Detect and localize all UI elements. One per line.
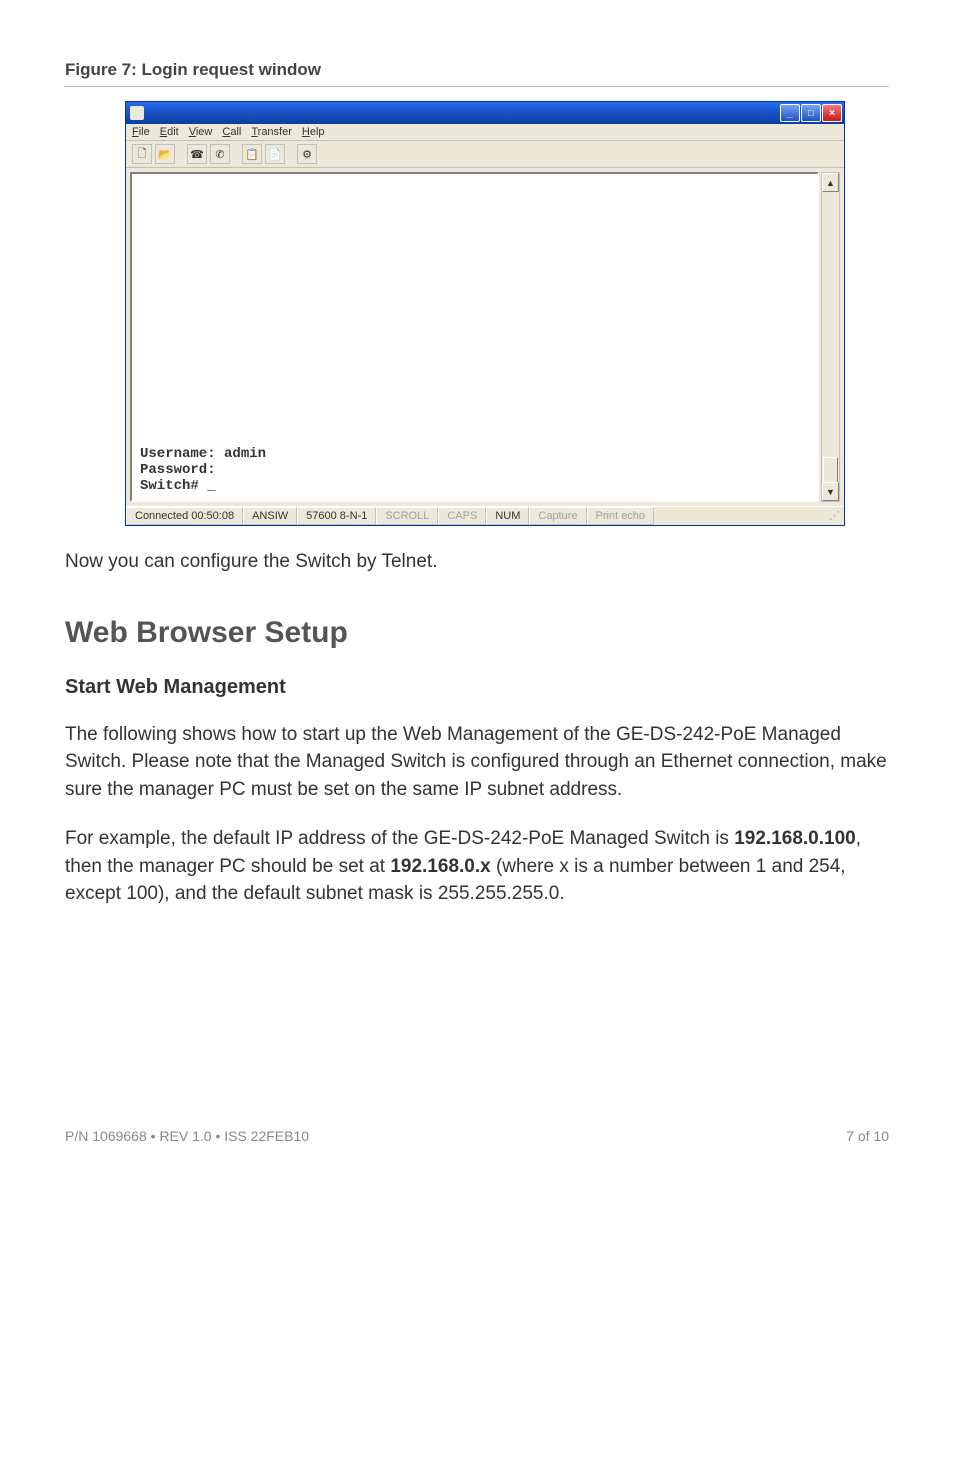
status-emulation: ANSIW (243, 507, 297, 525)
subsection-heading: Start Web Management (65, 676, 889, 699)
menu-transfer[interactable]: Transfer (251, 126, 292, 138)
text-run: For example, the default IP address of t… (65, 828, 734, 849)
page-footer: P/N 1069668 • REV 1.0 • ISS 22FEB10 7 of… (65, 1128, 889, 1144)
terminal-line: Username: admin (140, 446, 809, 462)
status-scroll: SCROLL (376, 507, 438, 525)
minimize-button[interactable]: _ (780, 104, 800, 122)
terminal-line: Switch# _ (140, 478, 809, 494)
status-settings: 57600 8-N-1 (297, 507, 376, 525)
screenshot-figure: _ □ × File Edit View Call Transfer Help … (125, 101, 845, 526)
hyperterminal-window: _ □ × File Edit View Call Transfer Help … (125, 101, 845, 526)
app-icon (130, 106, 144, 120)
status-bar: Connected 00:50:08 ANSIW 57600 8-N-1 SCR… (126, 506, 844, 525)
status-connected: Connected 00:50:08 (126, 507, 243, 525)
strong-ip: 192.168.0.x (390, 856, 490, 877)
new-icon[interactable]: 🗋 (132, 144, 152, 164)
disconnect-icon[interactable]: ✆ (210, 144, 230, 164)
strong-ip: 192.168.0.100 (734, 828, 856, 849)
menu-call[interactable]: Call (222, 126, 241, 138)
footer-right: 7 of 10 (846, 1128, 889, 1144)
connect-icon[interactable]: ☎ (187, 144, 207, 164)
menu-help[interactable]: Help (302, 126, 325, 138)
open-icon[interactable]: 📂 (155, 144, 175, 164)
receive-icon[interactable]: 📄 (265, 144, 285, 164)
footer-left: P/N 1069668 • REV 1.0 • ISS 22FEB10 (65, 1128, 309, 1144)
paragraph: For example, the default IP address of t… (65, 825, 889, 908)
terminal-line: Password: (140, 462, 809, 478)
caption-divider (65, 86, 889, 87)
terminal-output[interactable]: Username: admin Password: Switch# _ (130, 172, 819, 502)
menu-edit[interactable]: Edit (160, 126, 179, 138)
vertical-scrollbar[interactable]: ▲ ▼ (821, 172, 840, 502)
menu-bar: File Edit View Call Transfer Help (126, 124, 844, 141)
status-num: NUM (486, 507, 529, 525)
maximize-button[interactable]: □ (801, 104, 821, 122)
terminal-container: Username: admin Password: Switch# _ ▲ ▼ (126, 168, 844, 506)
section-heading: Web Browser Setup (65, 616, 889, 650)
scroll-up-icon[interactable]: ▲ (822, 173, 839, 192)
paragraph: The following shows how to start up the … (65, 721, 889, 804)
status-caps: CAPS (438, 507, 486, 525)
properties-icon[interactable]: ⚙ (297, 144, 317, 164)
window-controls: _ □ × (780, 104, 842, 122)
scroll-thumb[interactable] (823, 457, 838, 483)
toolbar-sep (178, 144, 184, 164)
paragraph: Now you can configure the Switch by Teln… (65, 548, 889, 576)
status-printecho: Print echo (587, 507, 655, 525)
resize-grip-icon[interactable]: ⋰ (825, 507, 844, 525)
close-button[interactable]: × (822, 104, 842, 122)
scroll-down-icon[interactable]: ▼ (822, 482, 839, 501)
toolbar-sep (233, 144, 239, 164)
toolbar-sep (288, 144, 294, 164)
menu-view[interactable]: View (189, 126, 213, 138)
figure-caption: Figure 7: Login request window (65, 60, 889, 80)
send-icon[interactable]: 📋 (242, 144, 262, 164)
window-titlebar: _ □ × (126, 102, 844, 124)
menu-file[interactable]: File (132, 126, 150, 138)
status-capture: Capture (529, 507, 586, 525)
toolbar: 🗋 📂 ☎ ✆ 📋 📄 ⚙ (126, 141, 844, 168)
